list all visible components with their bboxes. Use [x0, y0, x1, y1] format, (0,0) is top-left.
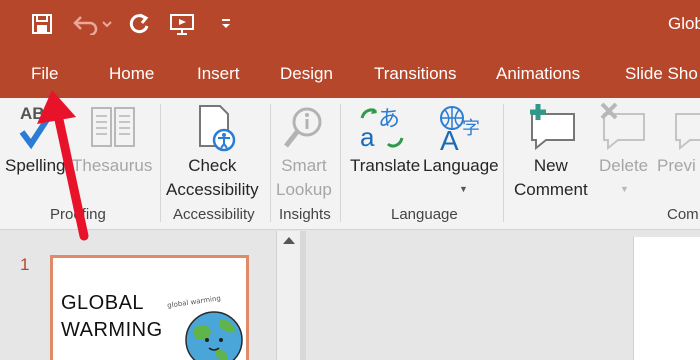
- new-comment-button[interactable]: New Comment: [514, 154, 588, 202]
- slide-canvas[interactable]: [633, 237, 700, 360]
- proofing-group-label: Proofing: [50, 206, 106, 223]
- undo-icon[interactable]: [70, 10, 112, 38]
- new-comment-icon[interactable]: [526, 100, 578, 152]
- thumbnail-title: GLOBAL WARMING: [61, 290, 163, 344]
- group-separator: [503, 104, 504, 222]
- new-comment-line2: Comment: [514, 180, 588, 199]
- tab-home[interactable]: Home: [109, 64, 154, 84]
- slide-number: 1: [20, 255, 30, 274]
- delete-dropdown-icon[interactable]: ▼: [620, 184, 629, 194]
- accessibility-icon[interactable]: [196, 104, 240, 152]
- tab-slide-show[interactable]: Slide Sho: [625, 64, 698, 84]
- group-separator: [340, 104, 341, 222]
- app-title: Glob: [668, 14, 700, 33]
- tab-insert[interactable]: Insert: [197, 64, 240, 84]
- spelling-button[interactable]: Spelling: [5, 154, 66, 178]
- earth-illustration: [185, 311, 243, 360]
- smart-lookup-button[interactable]: Smart Lookup: [276, 154, 332, 202]
- save-icon[interactable]: [30, 10, 54, 38]
- delete-comment-button[interactable]: Delete: [599, 154, 648, 178]
- scroll-up-arrow-icon[interactable]: [283, 237, 295, 244]
- accessibility-group-label: Accessibility: [173, 206, 255, 223]
- translate-icon[interactable]: a あ: [358, 104, 406, 152]
- thumbnail-title-line2: WARMING: [61, 319, 163, 341]
- thesaurus-book-icon[interactable]: [88, 104, 138, 148]
- new-comment-line1: New: [533, 156, 568, 175]
- thesaurus-button[interactable]: Thesaurus: [72, 154, 152, 178]
- tab-animations[interactable]: Animations: [496, 64, 580, 84]
- smart-lookup-icon[interactable]: [283, 104, 327, 152]
- language-group-label: Language: [391, 206, 458, 223]
- ribbon-tabs: File Home Insert Design Transitions Anim…: [0, 50, 700, 98]
- check-accessibility-line2: Accessibility: [166, 180, 259, 199]
- language-icon[interactable]: A 字: [438, 104, 486, 156]
- tab-transitions[interactable]: Transitions: [374, 64, 457, 84]
- tab-design[interactable]: Design: [280, 64, 333, 84]
- group-separator: [160, 104, 161, 222]
- svg-text:a: a: [360, 122, 375, 152]
- slide-thumbnail[interactable]: GLOBAL WARMING global warming: [50, 255, 249, 360]
- spelling-icon[interactable]: ABC: [18, 100, 58, 150]
- comments-group-label: Com: [667, 206, 699, 223]
- previous-comment-icon[interactable]: [672, 104, 700, 152]
- language-button[interactable]: Language: [423, 154, 499, 178]
- svg-text:A: A: [440, 125, 459, 152]
- smart-lookup-line1: Smart: [281, 156, 327, 175]
- check-accessibility-button[interactable]: Check Accessibility: [166, 154, 259, 202]
- insights-group-label: Insights: [279, 206, 331, 223]
- ribbon: ABC Spelling Thesaurus Proofing Check Ac…: [0, 98, 700, 230]
- svg-text:あ: あ: [378, 107, 400, 132]
- abc-text: ABC: [20, 104, 57, 123]
- group-separator: [270, 104, 271, 222]
- svg-text:字: 字: [462, 118, 480, 139]
- smart-lookup-line2: Lookup: [276, 180, 332, 199]
- thumbnail-title-line1: GLOBAL: [61, 292, 145, 314]
- language-dropdown-icon[interactable]: ▼: [459, 184, 468, 194]
- repeat-icon[interactable]: [126, 10, 152, 38]
- previous-comment-button[interactable]: Previ: [657, 154, 696, 178]
- customize-qat-icon[interactable]: [218, 10, 234, 38]
- title-bar: Glob: [0, 0, 700, 50]
- start-from-beginning-icon[interactable]: [168, 10, 198, 38]
- tab-file[interactable]: File: [31, 64, 58, 84]
- check-accessibility-line1: Check: [188, 156, 237, 175]
- delete-comment-icon[interactable]: [598, 100, 648, 152]
- translate-button[interactable]: Translate: [350, 154, 420, 178]
- thumbnail-scrollbar[interactable]: [276, 231, 300, 360]
